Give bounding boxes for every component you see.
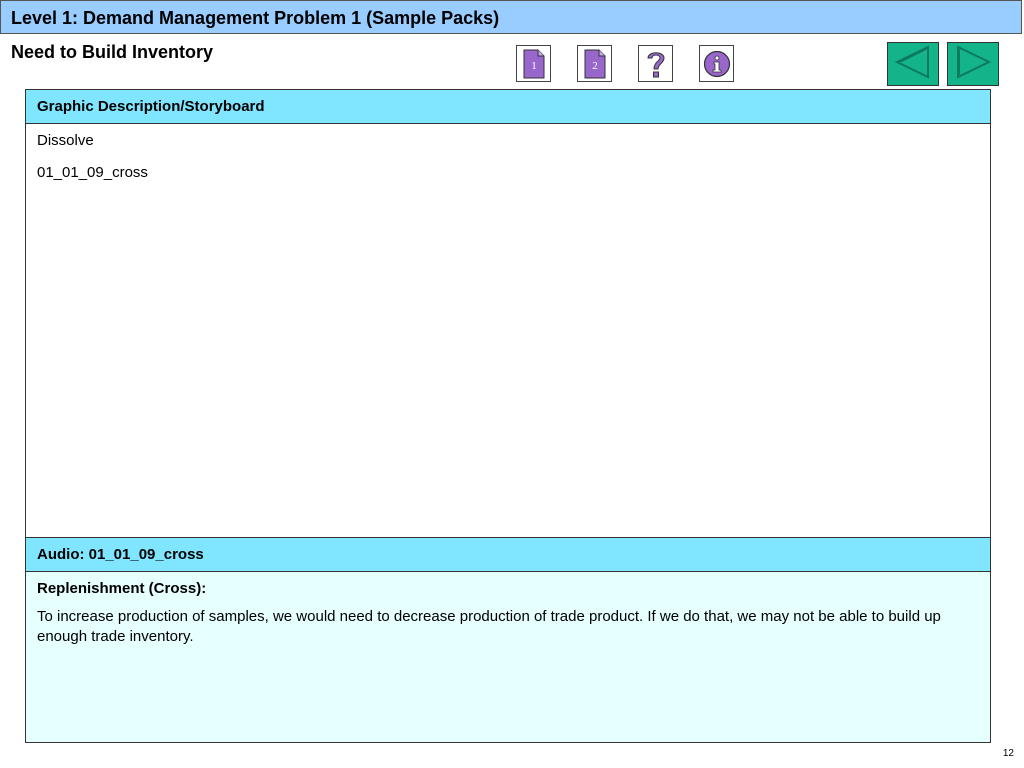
audio-script: To increase production of samples, we wo… [37, 608, 941, 645]
page-1-label: 1 [531, 60, 537, 72]
next-button[interactable] [947, 42, 999, 86]
slide-subtitle: Need to Build Inventory [11, 42, 214, 62]
page-number: 12 [1002, 748, 1014, 759]
question-mark-icon [644, 48, 668, 80]
audio-header: Audio: 01_01_09_cross [26, 538, 990, 572]
info-button[interactable] [699, 45, 734, 82]
title-bar: Level 1: Demand Management Problem 1 (Sa… [0, 0, 1022, 34]
page-2-button[interactable]: 2 [577, 45, 612, 82]
left-arrow-icon [893, 44, 933, 85]
previous-button[interactable] [887, 42, 939, 86]
audio-panel: Audio: 01_01_09_cross Replenishment (Cro… [25, 537, 991, 743]
graphic-description-panel: Graphic Description/Storyboard Dissolve … [25, 89, 991, 538]
info-icon [703, 50, 731, 78]
graphic-description-body: Dissolve 01_01_09_cross [26, 124, 990, 203]
graphic-description-header: Graphic Description/Storyboard [26, 90, 990, 124]
audio-body: Replenishment (Cross): To increase produ… [26, 572, 990, 742]
slide-title: Level 1: Demand Management Problem 1 (Sa… [11, 8, 500, 28]
audio-heading: Replenishment (Cross): [37, 580, 207, 597]
right-arrow-icon [953, 44, 993, 85]
page-1-icon: 1 [523, 49, 545, 79]
page-2-icon: 2 [584, 49, 606, 79]
page-1-button[interactable]: 1 [516, 45, 551, 82]
help-button[interactable] [638, 45, 673, 82]
slide-page: Level 1: Demand Management Problem 1 (Sa… [0, 0, 1024, 768]
graphic-line-transition: Dissolve [37, 132, 94, 149]
page-2-label: 2 [592, 60, 598, 72]
graphic-line-asset: 01_01_09_cross [37, 164, 148, 181]
